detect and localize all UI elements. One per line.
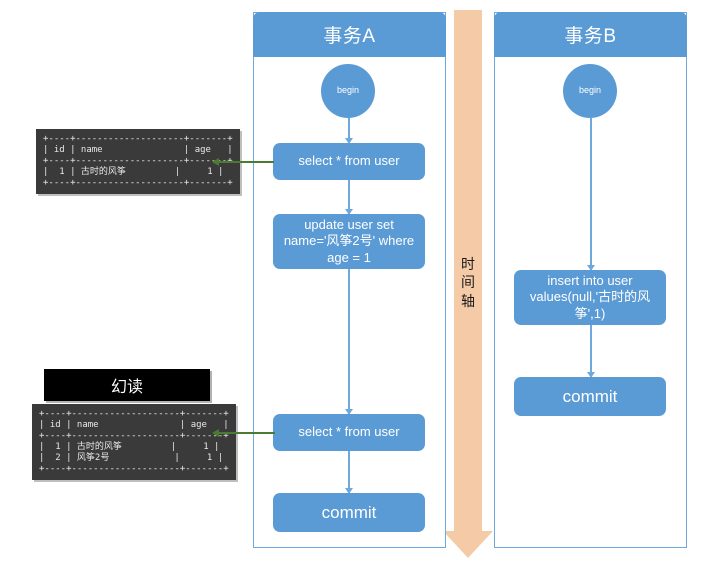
connector-a-select2-to-commit bbox=[345, 451, 353, 494]
timeline-label-char-3: 轴 bbox=[461, 292, 475, 309]
node-label: insert into user values(null,'古时的风筝',1) bbox=[529, 273, 651, 321]
node-label: begin bbox=[578, 85, 602, 96]
connector-b-insert-to-commit bbox=[587, 325, 595, 378]
node-label: select * from user bbox=[298, 153, 400, 169]
result-table-second-select: +----+--------------------+-------+ | id… bbox=[32, 404, 236, 480]
connector-a-begin-to-select1 bbox=[345, 118, 353, 144]
result-table-first-select: +----+--------------------+-------+ | id… bbox=[36, 129, 240, 194]
node-label: select * from user bbox=[298, 424, 400, 440]
node-label: update user set name='风筝2号' where age = … bbox=[283, 217, 415, 265]
node-transaction-a-select-2[interactable]: select * from user bbox=[273, 414, 425, 451]
node-transaction-a-select-1[interactable]: select * from user bbox=[273, 143, 425, 180]
phantom-read-label: 幻读 bbox=[44, 369, 210, 401]
swimlane-header-transaction-b: 事务B bbox=[494, 12, 687, 57]
timeline-label-char-2: 间 bbox=[461, 274, 475, 291]
node-transaction-a-update[interactable]: update user set name='风筝2号' where age = … bbox=[273, 214, 425, 269]
node-transaction-a-begin[interactable]: begin bbox=[321, 64, 375, 118]
timeline-label: 时 间 轴 bbox=[458, 255, 478, 310]
node-label: commit bbox=[321, 502, 377, 522]
timeline-arrowhead-icon bbox=[443, 531, 493, 558]
node-label: commit bbox=[562, 386, 618, 406]
connector-b-begin-to-insert bbox=[587, 118, 595, 271]
node-transaction-b-commit[interactable]: commit bbox=[514, 377, 666, 416]
node-transaction-b-insert[interactable]: insert into user values(null,'古时的风筝',1) bbox=[514, 270, 666, 325]
node-transaction-a-commit[interactable]: commit bbox=[273, 493, 425, 532]
read-arrow-first-select bbox=[212, 158, 274, 166]
connector-a-update-to-select2 bbox=[345, 269, 353, 415]
connector-a-select1-to-update bbox=[345, 180, 353, 215]
read-arrow-second-select bbox=[212, 429, 275, 437]
timeline-label-char-1: 时 bbox=[461, 256, 475, 272]
swimlane-header-transaction-a: 事务A bbox=[253, 12, 446, 57]
node-label: begin bbox=[336, 85, 360, 96]
node-transaction-b-begin[interactable]: begin bbox=[563, 64, 617, 118]
